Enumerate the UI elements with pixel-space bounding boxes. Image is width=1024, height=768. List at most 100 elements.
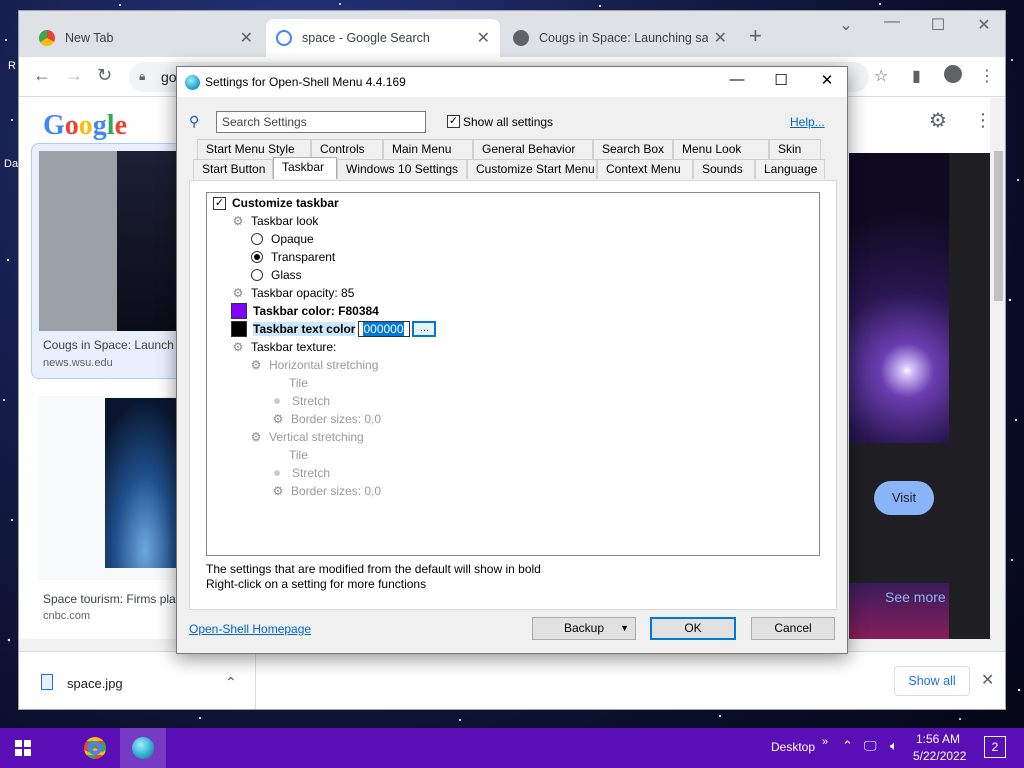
ok-button[interactable]: OK bbox=[650, 617, 736, 640]
open-shell-homepage-link[interactable]: Open-Shell Homepage bbox=[189, 622, 311, 636]
taskbar-chrome[interactable] bbox=[72, 728, 118, 768]
tree-item-border-sizes[interactable]: ⚙ Border sizes: 0,0 bbox=[271, 410, 381, 428]
chevron-up-icon[interactable]: ⌃ bbox=[225, 674, 237, 691]
see-more-link[interactable]: See more bbox=[885, 589, 946, 605]
tree-item-customize-taskbar[interactable]: ✓ Customize taskbar bbox=[213, 194, 339, 212]
tab-new-tab[interactable]: New Tab ✕ bbox=[29, 19, 263, 57]
dialog-maximize-button[interactable]: ☐ bbox=[761, 71, 801, 89]
reload-icon[interactable]: ↻ bbox=[97, 65, 112, 86]
color-browse-button[interactable]: ... bbox=[412, 321, 437, 337]
tree-item-stretch[interactable]: Stretch bbox=[271, 392, 330, 410]
tab-strip: New Tab ✕ space - Google Search ✕ Cougs … bbox=[19, 11, 1005, 57]
tree-item-label: Taskbar color: F80384 bbox=[253, 304, 379, 318]
cancel-button[interactable]: Cancel bbox=[751, 617, 835, 640]
tab-start-button[interactable]: Start Button bbox=[193, 159, 273, 179]
close-tab-icon[interactable]: ✕ bbox=[714, 28, 727, 48]
back-arrow-icon[interactable]: ← bbox=[33, 65, 51, 86]
glass-radio[interactable] bbox=[251, 269, 263, 281]
tab-taskbar[interactable]: Taskbar bbox=[273, 157, 337, 179]
show-all-settings-checkbox[interactable]: ✓ bbox=[447, 115, 460, 128]
tree-item-horizontal-stretching[interactable]: ⚙ Horizontal stretching bbox=[249, 356, 379, 374]
tab-windows-10-settings[interactable]: Windows 10 Settings bbox=[337, 159, 467, 179]
tree-item-label: Tile bbox=[289, 448, 308, 462]
text-color-input[interactable]: 000000 bbox=[358, 321, 411, 337]
minimize-button[interactable]: — bbox=[869, 13, 915, 31]
tab-skin[interactable]: Skin bbox=[769, 139, 821, 159]
clock-time[interactable]: 1:56 AM bbox=[916, 732, 960, 746]
search-settings-input[interactable]: Search Settings bbox=[216, 111, 426, 133]
backup-button[interactable]: Backup ▼ bbox=[532, 617, 636, 640]
tree-item-stretch[interactable]: Stretch bbox=[271, 464, 330, 482]
tree-item-tile[interactable]: Tile bbox=[271, 446, 308, 464]
scrollbar-thumb[interactable] bbox=[994, 151, 1003, 301]
tree-item-taskbar-look[interactable]: ⚙ Taskbar look bbox=[231, 212, 319, 230]
tree-item-vertical-stretching[interactable]: ⚙ Vertical stretching bbox=[249, 428, 364, 446]
new-tab-button[interactable]: + bbox=[749, 23, 762, 49]
tab-customize-start-menu[interactable]: Customize Start Menu bbox=[467, 159, 597, 179]
tab-language[interactable]: Language bbox=[755, 159, 825, 179]
dialog-titlebar[interactable]: Settings for Open-Shell Menu 4.4.169 — ☐… bbox=[177, 67, 847, 97]
tab-cougs-in-space[interactable]: Cougs in Space: Launching satell ✕ bbox=[503, 19, 737, 57]
close-window-button[interactable]: ✕ bbox=[961, 15, 1005, 35]
show-all-button[interactable]: Show all bbox=[894, 666, 970, 696]
tab-sounds[interactable]: Sounds bbox=[693, 159, 755, 179]
tree-item-border-sizes[interactable]: ⚙ Border sizes: 0,0 bbox=[271, 482, 381, 500]
tab-start-menu-style[interactable]: Start Menu Style bbox=[197, 139, 311, 159]
notification-center-icon[interactable]: 2 bbox=[984, 736, 1006, 758]
tab-search-box[interactable]: Search Box bbox=[593, 139, 673, 159]
profile-avatar[interactable] bbox=[944, 65, 962, 83]
bullet-icon bbox=[274, 470, 280, 476]
tree-item-taskbar-color[interactable]: Taskbar color: F80384 bbox=[231, 302, 379, 320]
tree-item-label: Customize taskbar bbox=[232, 196, 339, 210]
desktop-toolbar-label[interactable]: Desktop bbox=[771, 740, 815, 754]
google-doodle-logo[interactable]: Google bbox=[43, 110, 127, 142]
tab-main-menu[interactable]: Main Menu bbox=[383, 139, 473, 159]
chrome-icon bbox=[84, 737, 106, 759]
tree-item-label: Glass bbox=[271, 268, 302, 282]
visit-button[interactable]: Visit bbox=[874, 481, 934, 515]
tab-controls[interactable]: Controls bbox=[311, 139, 383, 159]
download-bar: space.jpg ⌃ Show all ✕ bbox=[19, 651, 1005, 709]
volume-icon[interactable]: 🔈︎ bbox=[890, 738, 898, 754]
tree-item-taskbar-text-color[interactable]: Taskbar text color 000000 ... bbox=[231, 320, 437, 338]
side-panel-icon[interactable]: ▮ bbox=[912, 66, 921, 86]
taskbar-open-shell[interactable] bbox=[120, 728, 166, 768]
start-button[interactable] bbox=[0, 728, 46, 768]
opaque-radio[interactable] bbox=[251, 233, 263, 245]
close-download-bar-icon[interactable]: ✕ bbox=[981, 670, 994, 690]
tab-search-icon[interactable]: ⌄ bbox=[823, 15, 869, 35]
tree-item-opaque[interactable]: Opaque bbox=[251, 230, 314, 248]
download-filename[interactable]: space.jpg bbox=[67, 676, 123, 691]
tab-context-menu[interactable]: Context Menu bbox=[597, 159, 693, 179]
forward-arrow-icon[interactable]: → bbox=[65, 65, 83, 86]
clock-date[interactable]: 5/22/2022 bbox=[913, 749, 966, 763]
result-caption[interactable]: Space tourism: Firms pla bbox=[43, 592, 197, 606]
tab-space-search[interactable]: space - Google Search ✕ bbox=[266, 19, 500, 57]
menu-dots-icon[interactable]: ⋮ bbox=[979, 66, 995, 86]
close-tab-icon[interactable]: ✕ bbox=[240, 28, 253, 48]
close-tab-icon[interactable]: ✕ bbox=[477, 28, 490, 48]
preview-panel bbox=[849, 153, 1005, 643]
tree-item-tile[interactable]: Tile bbox=[271, 374, 308, 392]
customize-taskbar-checkbox[interactable]: ✓ bbox=[213, 196, 226, 210]
help-link[interactable]: Help... bbox=[790, 115, 825, 129]
bookmark-star-icon[interactable]: ☆ bbox=[874, 66, 888, 86]
tree-item-taskbar-texture[interactable]: ⚙ Taskbar texture: bbox=[231, 338, 337, 356]
network-icon[interactable]: 🖵︎ bbox=[864, 738, 877, 754]
transparent-radio[interactable] bbox=[251, 251, 263, 263]
tree-item-label: Border sizes: 0,0 bbox=[291, 412, 382, 426]
tree-item-label: Tile bbox=[289, 376, 308, 390]
dialog-minimize-button[interactable]: — bbox=[717, 71, 757, 88]
maximize-button[interactable]: ☐ bbox=[915, 15, 961, 35]
settings-gear-icon[interactable]: ⚙ bbox=[929, 108, 947, 133]
tree-item-taskbar-opacity[interactable]: ⚙ Taskbar opacity: 85 bbox=[231, 284, 355, 302]
tab-menu-look[interactable]: Menu Look bbox=[673, 139, 769, 159]
tree-item-glass[interactable]: Glass bbox=[251, 266, 302, 284]
tray-chevron-up-icon[interactable]: ⌃ bbox=[842, 738, 853, 754]
text-color-swatch bbox=[231, 321, 247, 337]
toolbar-expand-icon[interactable]: » bbox=[822, 736, 828, 748]
text-color-value: 000000 bbox=[363, 322, 404, 336]
tab-general-behavior[interactable]: General Behavior bbox=[473, 139, 593, 159]
tree-item-transparent[interactable]: Transparent bbox=[251, 248, 335, 266]
dialog-close-button[interactable]: ✕ bbox=[807, 71, 847, 89]
